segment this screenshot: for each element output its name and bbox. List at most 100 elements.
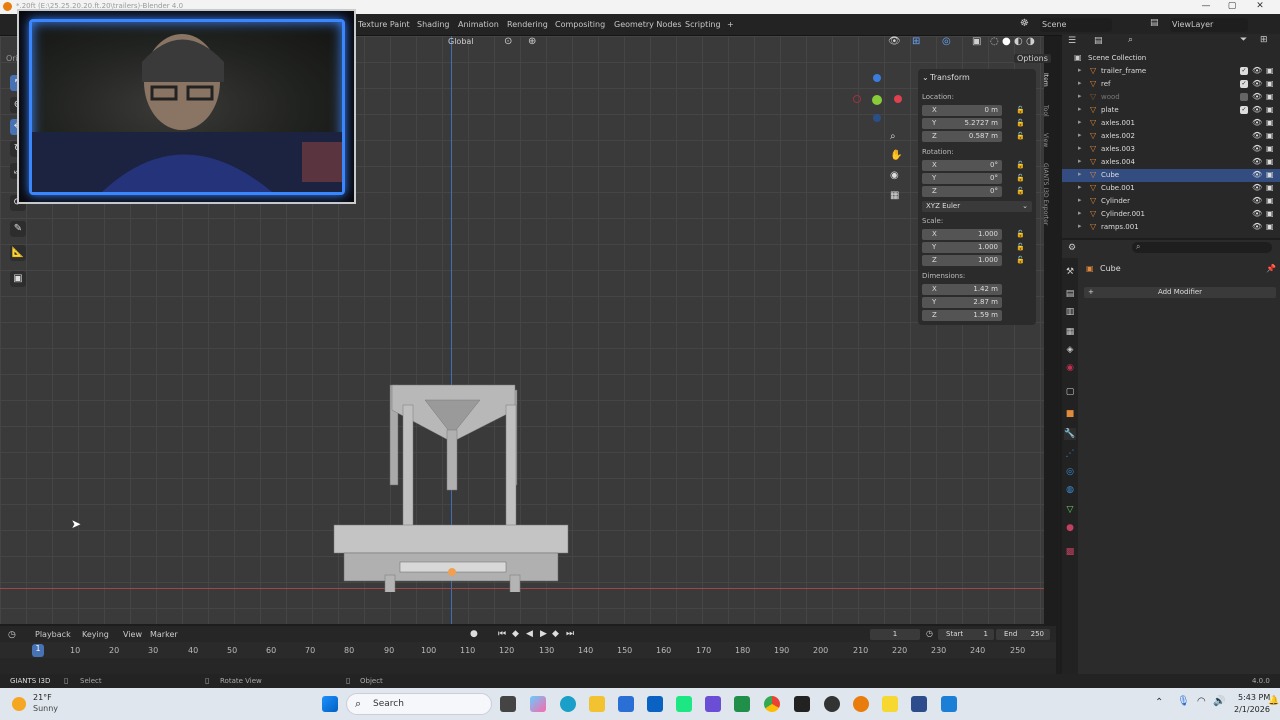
scene-tab-icon[interactable]: ◈ [1064,344,1076,356]
pan-hand-icon[interactable]: ✋ [890,150,902,161]
view-menu[interactable]: View [123,630,142,639]
eye-icon[interactable]: 👁 [1252,183,1262,192]
data-tab-icon[interactable]: ▽ [1064,504,1076,516]
expand-arrow-icon[interactable]: ▸ [1078,92,1082,100]
location-y-field[interactable]: Y 5.2727 m [922,118,1002,129]
xray-toggle-icon[interactable]: ▣ [972,36,981,47]
obs-icon[interactable] [824,696,840,712]
lock-icon[interactable]: 🔓 [1016,230,1026,240]
expand-arrow-icon[interactable]: ▸ [1078,157,1082,165]
overlay-toggle-icon[interactable]: ◎ [942,36,951,47]
hulu-icon[interactable] [676,696,692,712]
tab-texture-paint[interactable]: Texture Paint [358,20,410,29]
eye-icon[interactable]: 👁 [1252,118,1262,127]
list-item[interactable]: ▸ ▽ Cube.001 👁 ▣ [1062,182,1280,195]
dimensions-z-field[interactable]: Z 1.59 m [922,310,1002,321]
clock-icon[interactable]: ◷ [926,629,933,638]
list-item[interactable]: ▸ ▽ plate ✓ 👁 ▣ [1062,104,1280,117]
list-item-selected[interactable]: ▸ ▽ Cube 👁 ▣ [1062,169,1280,182]
render-tab-icon[interactable]: ▤ [1064,288,1076,300]
collection-tab-icon[interactable]: ▢ [1064,386,1076,398]
app-icon[interactable] [705,696,721,712]
giants-editor-icon[interactable] [911,696,927,712]
object-tab-icon[interactable]: ■ [1064,408,1076,420]
tab-giants-exporter[interactable]: GIANTS I3D Exporter [1042,163,1049,225]
checkbox[interactable]: ✓ [1240,80,1248,88]
scene-collection-row[interactable]: ▣ Scene Collection [1062,52,1280,65]
tab-compositing[interactable]: Compositing [555,20,605,29]
lock-icon[interactable]: 🔓 [1016,106,1026,116]
gizmo-y-axis[interactable] [872,95,882,105]
outlook-icon[interactable] [647,696,663,712]
next-keyframe-button[interactable]: ◆ [552,629,559,639]
tray-chevron-icon[interactable]: ⌃ [1155,697,1163,708]
properties-search-input[interactable]: ⌕ [1132,242,1272,253]
expand-arrow-icon[interactable]: ▸ [1078,170,1082,178]
expand-arrow-icon[interactable]: ▸ [1078,183,1082,191]
edge-icon[interactable] [560,696,576,712]
spreadsheet-icon[interactable] [734,696,750,712]
lock-icon[interactable]: 🔓 [1016,256,1026,266]
weather-icon[interactable] [12,697,26,711]
lock-icon[interactable]: 🔓 [1016,161,1026,171]
zoom-icon[interactable]: ⌕ [890,131,896,142]
keying-menu[interactable]: Keying [82,630,109,639]
tab-rendering[interactable]: Rendering [507,20,548,29]
notifications-icon[interactable]: 🔔 [1268,696,1279,706]
start-frame-field[interactable]: Start 1 [938,629,994,640]
camera-icon[interactable]: ▣ [1266,209,1274,218]
transform-pivot-icon[interactable]: ⊙ [504,36,512,47]
lock-icon[interactable]: 🔓 [1016,174,1026,184]
microphone-icon[interactable]: 🎙 [1177,696,1190,707]
camera-icon[interactable]: ▣ [1266,183,1274,192]
jump-start-button[interactable]: ⏮ [498,629,506,639]
jump-end-button[interactable]: ⏭ [566,629,574,639]
scene-selector[interactable]: Scene [1040,18,1112,32]
texture-tab-icon[interactable]: ▩ [1064,546,1076,558]
eye-icon[interactable]: 👁 [1252,66,1262,75]
expand-arrow-icon[interactable]: ▸ [1078,144,1082,152]
list-item[interactable]: ▸ ▽ axles.002 👁 ▣ [1062,130,1280,143]
list-item[interactable]: ▸ ▽ ref ✓ 👁 ▣ [1062,78,1280,91]
grid-view-icon[interactable]: ▦ [890,190,899,201]
eye-icon[interactable]: 👁 [1252,105,1262,114]
eye-icon[interactable]: 👁 [1252,209,1262,218]
filter-icon[interactable]: ⏷ [1240,35,1247,45]
scale-z-field[interactable]: Z 1.000 [922,255,1002,266]
list-item[interactable]: ▸ ▽ axles.001 👁 ▣ [1062,117,1280,130]
world-tab-icon[interactable]: ◉ [1064,362,1076,374]
expand-arrow-icon[interactable]: ▸ [1078,209,1082,217]
chrome-icon[interactable] [764,696,780,712]
gizmo-toggle-icon[interactable]: ⊞ [912,36,920,47]
checkbox[interactable] [1240,93,1248,101]
expand-arrow-icon[interactable]: ▸ [1078,79,1082,87]
options-dropdown[interactable]: Options [1014,54,1051,63]
copilot-icon[interactable] [530,696,546,712]
physics-tab-icon[interactable]: ◎ [1064,466,1076,478]
eye-icon[interactable]: 👁 [1252,196,1262,205]
camera-icon[interactable]: ▣ [1266,196,1274,205]
timeline-editor-icon[interactable]: ◷ [8,630,16,640]
expand-arrow-icon[interactable]: ▸ [1078,222,1082,230]
eye-icon[interactable]: 👁 [1252,170,1262,179]
add-modifier-button[interactable]: + Add Modifier [1084,287,1276,298]
expand-arrow-icon[interactable]: ▸ [1078,118,1082,126]
play-button[interactable]: ▶ [540,629,547,639]
outliner-editor-icon[interactable]: ☰ [1068,36,1076,46]
output-tab-icon[interactable]: ▥ [1064,306,1076,318]
wifi-icon[interactable]: ◠ [1197,696,1206,707]
list-item[interactable]: ▸ ▽ axles.004 👁 ▣ [1062,156,1280,169]
eye-icon[interactable]: 👁 [1252,157,1262,166]
file-explorer-icon[interactable] [589,696,605,712]
camera-view-icon[interactable]: ◉ [890,170,899,181]
lock-icon[interactable]: 🔓 [1016,132,1026,142]
gizmo-neg-x-axis[interactable] [853,95,861,103]
transform-header[interactable]: Transform [930,73,970,82]
scale-x-field[interactable]: X 1.000 [922,229,1002,240]
tab-item[interactable]: Item [1042,73,1049,87]
visibility-icon[interactable]: 👁 [888,36,901,47]
list-item[interactable]: ▸ ▽ axles.003 👁 ▣ [1062,143,1280,156]
material-shading-icon[interactable]: ◐ [1014,36,1023,47]
camera-icon[interactable]: ▣ [1266,66,1274,75]
camera-icon[interactable]: ▣ [1266,222,1274,231]
